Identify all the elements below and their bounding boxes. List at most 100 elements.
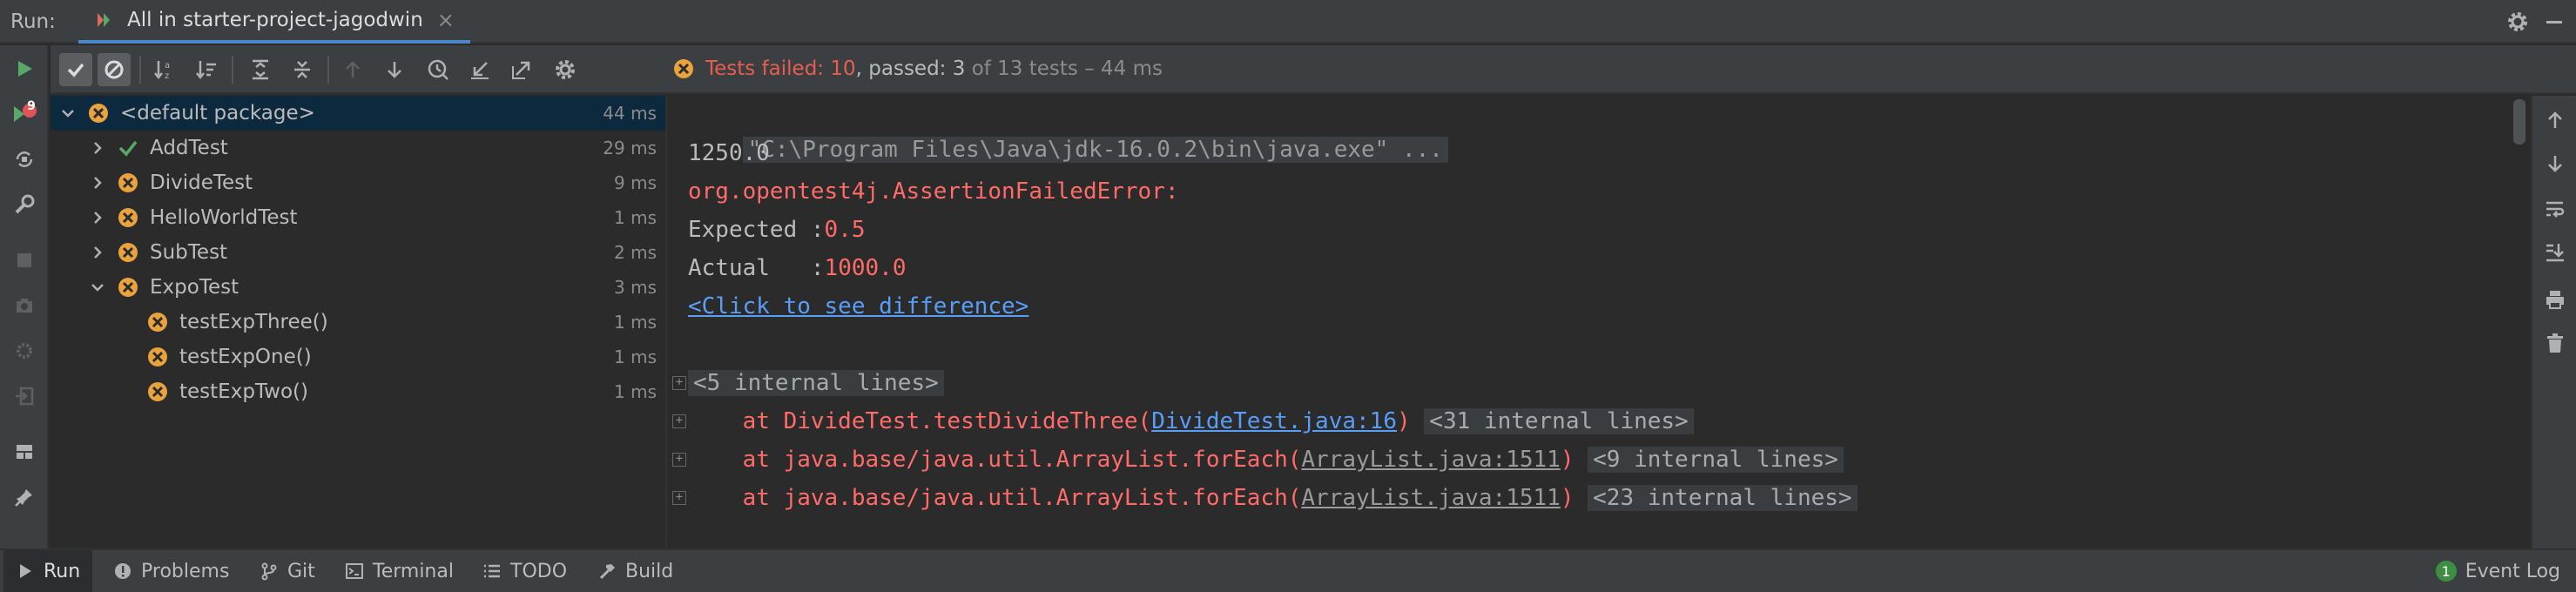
- minimize-icon[interactable]: [2541, 9, 2567, 35]
- tree-row-duration: 9 ms: [614, 172, 657, 193]
- clear-all-button[interactable]: [2541, 329, 2569, 357]
- console-line: "C:\Program Files\Java\jdk-16.0.2\bin\ja…: [688, 98, 1448, 163]
- expand-all-icon: [253, 59, 268, 80]
- event-log-tool-tab[interactable]: 1 Event Log: [2424, 550, 2573, 592]
- tree-row-testexptwo[interactable]: testExpTwo() 1 ms: [51, 374, 665, 409]
- console-line: Expected :0.5: [688, 212, 866, 247]
- stack-frame-suffix: ): [1560, 485, 1575, 511]
- failed-test-icon: [148, 347, 167, 367]
- svg-text:z: z: [165, 71, 169, 81]
- internal-lines-fold[interactable]: <5 internal lines>: [688, 370, 944, 396]
- test-settings-button[interactable]: [549, 53, 582, 86]
- arrow-down-icon: [388, 62, 401, 78]
- run-config-tab[interactable]: All in starter-project-jagodwin ×: [78, 0, 470, 44]
- chevron-down-icon[interactable]: [57, 103, 78, 124]
- tree-row-testexpone[interactable]: testExpOne() 1 ms: [51, 340, 665, 374]
- chevron-right-icon[interactable]: [87, 207, 108, 228]
- chevron-right-icon[interactable]: [87, 242, 108, 263]
- tree-row-duration: 29 ms: [603, 138, 657, 158]
- tree-row-label: testExpThree(): [179, 311, 328, 333]
- gear-icon[interactable]: [2505, 9, 2531, 35]
- scroll-to-end-button[interactable]: [2541, 239, 2569, 266]
- toolbar-separator: [139, 56, 141, 84]
- rerun-button[interactable]: [10, 54, 39, 84]
- run-tool-tab[interactable]: Run: [3, 550, 93, 592]
- tree-row-dividetest[interactable]: DivideTest 9 ms: [51, 165, 665, 200]
- dump-threads-button[interactable]: [10, 291, 39, 320]
- tree-row-expotest[interactable]: ExpoTest 3 ms: [51, 270, 665, 305]
- next-failed-button[interactable]: [378, 53, 411, 86]
- tree-row-addtest[interactable]: AddTest 29 ms: [51, 131, 665, 165]
- console-line: Actual :1000.0: [688, 251, 906, 286]
- see-difference-link[interactable]: <Click to see difference>: [688, 293, 1028, 320]
- show-ignored-toggle[interactable]: [98, 53, 131, 86]
- source-link[interactable]: DivideTest.java:16: [1151, 408, 1397, 434]
- scroll-up-button[interactable]: [2541, 106, 2569, 134]
- export-test-results-button[interactable]: [505, 53, 538, 86]
- expand-all-button[interactable]: [244, 53, 277, 86]
- arrow-up-icon: [346, 61, 360, 77]
- stack-frame-suffix: ): [1396, 408, 1411, 434]
- settings-wrench-button[interactable]: [10, 190, 39, 219]
- build-tool-tab[interactable]: Build: [585, 550, 685, 592]
- stack-frame-text: at java.base/java.util.ArrayList.forEach…: [688, 447, 1302, 473]
- test-history-button[interactable]: [421, 53, 455, 86]
- coverage-button[interactable]: [10, 336, 39, 366]
- previous-failed-button[interactable]: [336, 53, 369, 86]
- tree-row-helloworldtest[interactable]: HelloWorldTest 1 ms: [51, 200, 665, 235]
- scroll-to-end-icon: [2546, 244, 2564, 262]
- import-test-results-button[interactable]: [463, 53, 496, 86]
- toggle-auto-test-button[interactable]: [10, 145, 39, 174]
- console-action-strip: [2531, 96, 2576, 548]
- toolbar-separator: [327, 56, 329, 84]
- expand-fold-icon[interactable]: +: [672, 491, 686, 505]
- tree-row-duration: 3 ms: [614, 277, 657, 298]
- expand-fold-icon[interactable]: +: [672, 414, 686, 428]
- close-tab-icon[interactable]: ×: [435, 8, 456, 32]
- internal-lines-fold[interactable]: <23 internal lines>: [1588, 485, 1858, 511]
- console-scrollbar[interactable]: [2513, 99, 2525, 145]
- show-passed-toggle[interactable]: [59, 53, 92, 86]
- tree-row-duration: 2 ms: [614, 242, 657, 263]
- gear-icon: [556, 60, 575, 79]
- terminal-tool-tab[interactable]: Terminal: [333, 550, 466, 592]
- tree-row-testexpthree[interactable]: testExpThree() 1 ms: [51, 305, 665, 340]
- import-tests-button[interactable]: [10, 381, 39, 411]
- source-link[interactable]: ArrayList.java:1511: [1301, 447, 1560, 473]
- problems-tool-tab[interactable]: Problems: [101, 550, 241, 592]
- stack-frame-text: at java.base/java.util.ArrayList.forEach…: [688, 485, 1302, 511]
- layout-button[interactable]: [10, 437, 39, 467]
- console-output[interactable]: "C:\Program Files\Java\jdk-16.0.2\bin\ja…: [667, 96, 2506, 548]
- git-tool-tab[interactable]: Git: [247, 550, 327, 592]
- expand-fold-icon[interactable]: +: [672, 453, 686, 467]
- failed-test-icon: [118, 208, 138, 227]
- pin-tab-button[interactable]: [10, 482, 39, 512]
- print-button[interactable]: [2541, 286, 2569, 313]
- tests-failed-text: Tests failed: 10: [705, 57, 856, 80]
- chevron-right-icon[interactable]: [87, 172, 108, 193]
- expand-fold-icon[interactable]: +: [672, 376, 686, 390]
- tree-row-label: ExpoTest: [150, 276, 239, 299]
- soft-wrap-button[interactable]: [2541, 195, 2569, 223]
- internal-lines-fold[interactable]: <9 internal lines>: [1588, 447, 1844, 473]
- collapse-all-button[interactable]: [286, 53, 319, 86]
- rerun-failed-button[interactable]: 9: [10, 99, 39, 129]
- source-link[interactable]: ArrayList.java:1511: [1301, 485, 1560, 511]
- tree-row-label: AddTest: [150, 137, 228, 159]
- sort-by-duration-button[interactable]: [190, 53, 223, 86]
- play-icon: [20, 564, 31, 578]
- failed-test-icon: [118, 243, 138, 262]
- chevron-down-icon[interactable]: [87, 277, 108, 298]
- sort-alphabetically-button[interactable]: a z: [148, 53, 181, 86]
- tree-row-subtest[interactable]: SubTest 2 ms: [51, 235, 665, 270]
- internal-lines-fold[interactable]: <31 internal lines>: [1424, 408, 1694, 434]
- run-tool-window-header: Run: All in starter-project-jagodwin ×: [0, 0, 2576, 44]
- chevron-right-icon[interactable]: [87, 138, 108, 158]
- stop-button[interactable]: [10, 246, 39, 275]
- tree-row-label: testExpTwo(): [179, 380, 308, 403]
- tree-row-default-package[interactable]: <default package> 44 ms: [51, 96, 665, 131]
- toolbar-separator: [232, 56, 233, 84]
- tool-window-bar: Run Problems Git Terminal TODO Build 1 E…: [0, 548, 2576, 592]
- scroll-down-button[interactable]: [2541, 150, 2569, 178]
- todo-tool-tab[interactable]: TODO: [470, 550, 579, 592]
